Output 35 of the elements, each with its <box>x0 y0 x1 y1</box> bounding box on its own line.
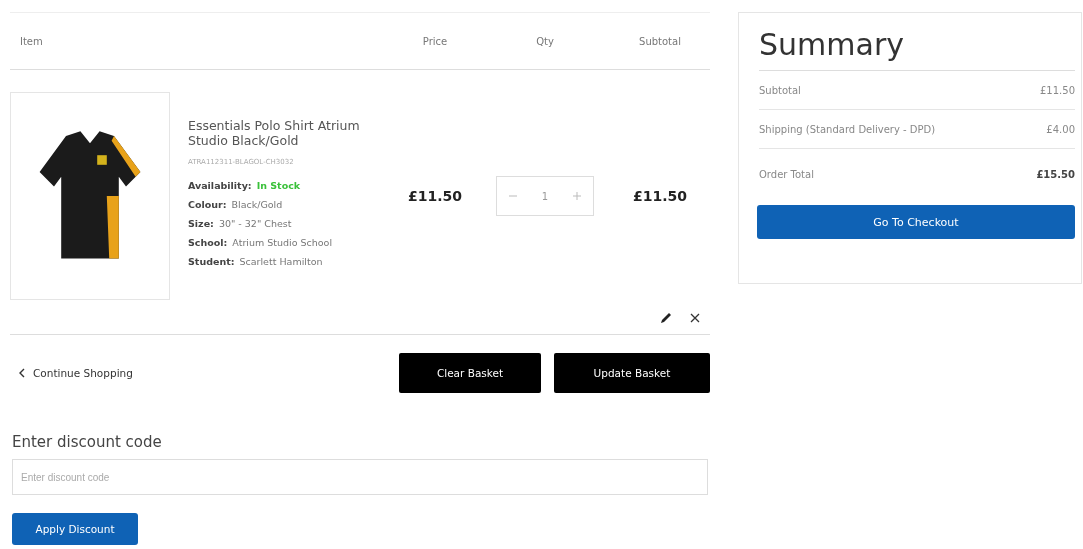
attribute-value: 30" - 32" Chest <box>218 217 292 229</box>
update-basket-button[interactable]: Update Basket <box>554 353 710 393</box>
summary-label: Subtotal <box>759 84 801 96</box>
checkout-button[interactable]: Go To Checkout <box>757 205 1075 239</box>
clear-basket-button[interactable]: Clear Basket <box>399 353 541 393</box>
attribute-label: Colour: <box>188 198 227 210</box>
close-icon[interactable] <box>690 313 700 323</box>
attribute-label: School: <box>188 236 228 248</box>
chevron-left-icon[interactable] <box>18 368 25 378</box>
availability-status: In Stock <box>256 179 301 191</box>
item-subtotal: £11.50 <box>632 188 688 204</box>
product-name[interactable]: Essentials Polo Shirt Atrium Studio Black/Gold <box>188 117 368 148</box>
attribute-label: Student: <box>188 255 235 267</box>
summary-label: Order Total <box>759 168 814 180</box>
edit-icon[interactable] <box>660 312 672 324</box>
quantity-value: 1 <box>541 190 549 202</box>
discount-heading: Enter discount code <box>12 433 163 451</box>
attribute-value: Black/Gold <box>231 198 283 210</box>
summary-value: £4.00 <box>1046 123 1075 135</box>
summary-value: £15.50 <box>1036 168 1075 180</box>
attribute-label: Availability: <box>188 179 252 191</box>
continue-shopping-link[interactable]: Continue Shopping <box>18 367 133 379</box>
column-header: Qty <box>535 35 555 47</box>
column-header: Price <box>421 35 449 47</box>
discount-code-field[interactable]: Enter discount code <box>12 459 708 495</box>
summary-value: £11.50 <box>1040 84 1075 96</box>
column-header: Item <box>20 35 44 47</box>
item-price: £11.50 <box>407 188 463 204</box>
attribute-value: Atrium Studio School <box>232 236 333 248</box>
attribute-value: Scarlett Hamilton <box>239 255 323 267</box>
apply-discount-button[interactable]: Apply Discount <box>12 513 138 545</box>
column-header: Subtotal <box>638 35 682 47</box>
summary-title: Summary <box>759 27 1075 71</box>
summary-label: Shipping (Standard Delivery - DPD) <box>759 123 936 135</box>
attribute-label: Size: <box>188 217 214 229</box>
